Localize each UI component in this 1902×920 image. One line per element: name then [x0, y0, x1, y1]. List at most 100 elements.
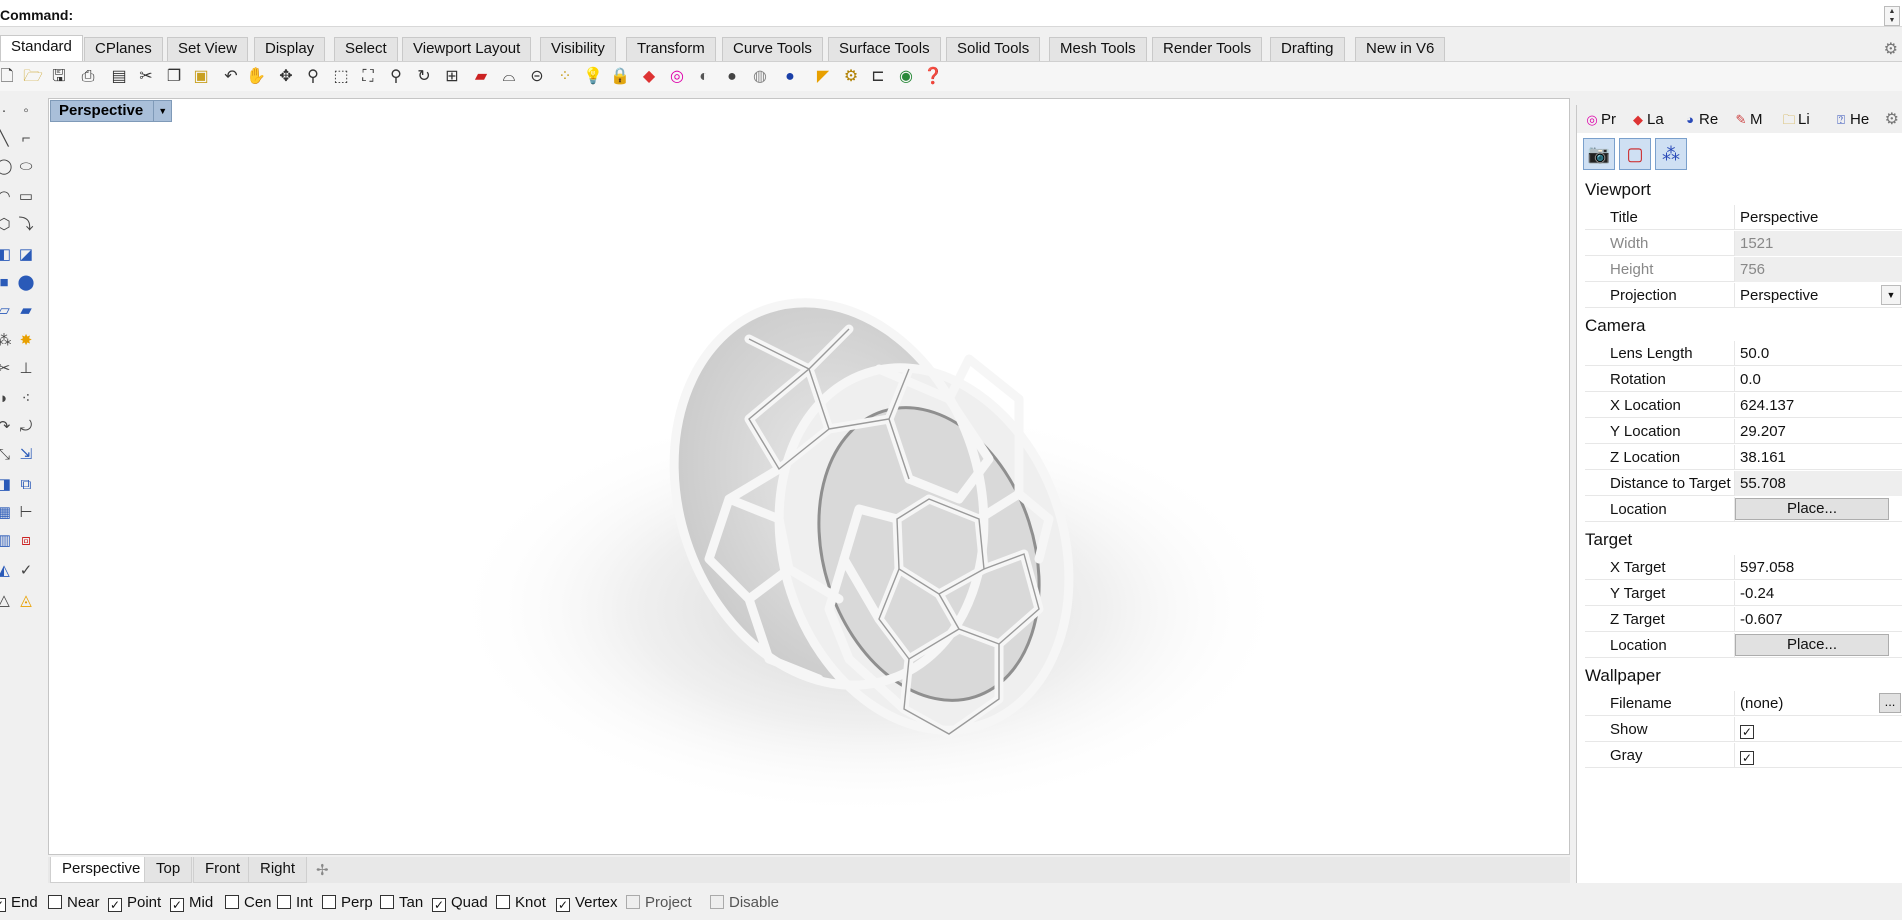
tab-cplanes[interactable]: CPlanes — [84, 37, 163, 61]
checkbox-disable[interactable] — [710, 895, 724, 909]
copy-tool-icon[interactable]: ⇲ — [14, 444, 38, 466]
array-tool-icon[interactable]: ⁖ — [14, 388, 38, 410]
globe-icon[interactable]: ◉ — [895, 66, 917, 88]
polyline-tool-icon[interactable]: ⌐ — [14, 128, 38, 150]
extrude-tool-icon[interactable]: ◪ — [14, 244, 38, 266]
rotation-field[interactable]: 0.0 — [1735, 367, 1902, 392]
checkbox-int[interactable] — [277, 895, 291, 909]
zoom-selected-icon[interactable]: ⚲ — [385, 66, 407, 88]
open-icon[interactable]: 🗁 — [22, 66, 44, 88]
show-checkbox[interactable]: ✓ — [1740, 725, 1754, 739]
tab-drafting[interactable]: Drafting — [1270, 37, 1345, 61]
curve-tool-icon[interactable]: ⤵ — [14, 214, 38, 236]
osnap-cen[interactable]: Cen — [225, 893, 272, 913]
tab-new-in-v6[interactable]: New in V6 — [1355, 37, 1446, 61]
command-history-spinner[interactable]: ▲ ▼ — [1884, 6, 1900, 26]
checkbox-quad[interactable]: ✓ — [432, 898, 446, 912]
tab-set-view[interactable]: Set View — [167, 37, 248, 61]
osnap-disable[interactable]: Disable — [710, 893, 779, 913]
print-icon[interactable]: ⎙ — [77, 66, 99, 88]
panel-tab-properties[interactable]: ◎ Pr — [1583, 108, 1616, 132]
panel-tab-help[interactable]: ⍰ He — [1832, 108, 1869, 132]
tab-visibility[interactable]: Visibility — [540, 37, 616, 61]
command-line[interactable]: Command: ▲ ▼ — [0, 5, 1902, 27]
pan-icon[interactable]: ✋ — [245, 66, 267, 88]
z-target-field[interactable]: -0.607 — [1735, 607, 1902, 632]
camera-place-button[interactable]: Place... — [1735, 498, 1889, 520]
viewport-tab-top[interactable]: Top — [144, 857, 193, 883]
zoom-window-icon[interactable]: ⬚ — [330, 66, 352, 88]
cut-icon[interactable]: ✂ — [135, 66, 157, 88]
four-viewports-icon[interactable]: ⊞ — [441, 66, 463, 88]
checkbox-near[interactable] — [48, 895, 62, 909]
tab-mesh-tools[interactable]: Mesh Tools — [1049, 37, 1147, 61]
help-icon[interactable]: ❓ — [922, 66, 944, 88]
lens-length-field[interactable]: 50.0 — [1735, 341, 1902, 366]
checkbox-end[interactable]: ✓ — [0, 898, 6, 912]
projection-select[interactable]: Perspective ▼ — [1735, 283, 1902, 308]
distance-to-target-field[interactable]: 55.708 — [1735, 471, 1902, 496]
shaded-sphere-icon[interactable]: ◐ — [693, 66, 715, 88]
gear-icon[interactable]: ⚙ — [1884, 39, 1898, 59]
tab-standard[interactable]: Standard — [0, 35, 83, 61]
osnap-quad[interactable]: ✓ Quad — [432, 893, 488, 913]
tab-curve-tools[interactable]: Curve Tools — [722, 37, 823, 61]
osnap-vertex[interactable]: ✓ Vertex — [556, 893, 618, 913]
rendered-sphere-icon[interactable]: ● — [721, 66, 743, 88]
mesh-tool-icon[interactable]: ▰ — [14, 300, 38, 322]
zoom-extents-icon[interactable]: ⛶ — [357, 66, 379, 88]
osnap-project[interactable]: Project — [626, 893, 692, 913]
osnap-mid[interactable]: ✓ Mid — [170, 893, 213, 913]
lock-icon[interactable]: 🔒 — [609, 66, 631, 88]
zoom-icon[interactable]: ⚲ — [302, 66, 324, 88]
osnap-perp[interactable]: Perp — [322, 893, 373, 913]
camera-icon[interactable]: 📷 — [1583, 138, 1615, 170]
points-icon[interactable]: ⁘ — [554, 66, 576, 88]
checkbox-perp[interactable] — [322, 895, 336, 909]
dimension-tool-icon[interactable]: ⊢ — [14, 502, 38, 524]
perspective-viewport[interactable]: Perspective ▼ — [48, 98, 1570, 855]
viewport-tab-perspective[interactable]: Perspective — [50, 857, 153, 883]
gray-checkbox[interactable]: ✓ — [1740, 751, 1754, 765]
ellipse-tool-icon[interactable]: ⬭ — [14, 156, 38, 178]
osnap-tan[interactable]: Tan — [380, 893, 423, 913]
osnap-knot[interactable]: Knot — [496, 893, 546, 913]
z-location-field[interactable]: 38.161 — [1735, 445, 1902, 470]
paste-icon[interactable]: ▣ — [190, 66, 212, 88]
new-icon[interactable]: 🗋 — [0, 66, 18, 88]
y-location-field[interactable]: 29.207 — [1735, 419, 1902, 444]
dimension-icon[interactable]: ⊏ — [867, 66, 889, 88]
filename-field[interactable]: (none)... — [1735, 691, 1902, 716]
tab-transform[interactable]: Transform — [626, 37, 716, 61]
light-icon[interactable]: 💡 — [582, 66, 604, 88]
panel-tab-render[interactable]: ◕ Re — [1681, 108, 1718, 132]
browse-button[interactable]: ... — [1879, 693, 1901, 713]
target-place-button[interactable]: Place... — [1735, 634, 1889, 656]
layer-icon[interactable]: ◆ — [638, 66, 660, 88]
options-gear-icon[interactable]: ⚙ — [840, 66, 862, 88]
import-icon[interactable]: ▤ — [108, 66, 130, 88]
panel-tab-libraries[interactable]: 🗀 Li — [1780, 108, 1809, 132]
chevron-down-icon[interactable]: ▼ — [1881, 285, 1901, 305]
analyze-icon[interactable]: ◤ — [812, 66, 834, 88]
copy-icon[interactable]: ❐ — [163, 66, 185, 88]
viewport-tab-front[interactable]: Front — [193, 857, 253, 883]
y-target-field[interactable]: -0.24 — [1735, 581, 1902, 606]
x-target-field[interactable]: 597.058 — [1735, 555, 1902, 580]
tab-render-tools[interactable]: Render Tools — [1152, 37, 1263, 61]
osnap-int[interactable]: Int — [277, 893, 313, 913]
checkbox-point[interactable]: ✓ — [108, 898, 122, 912]
check-tool-icon[interactable]: ✓ — [14, 560, 38, 582]
checkbox-tan[interactable] — [380, 895, 394, 909]
checkbox-cen[interactable] — [225, 895, 239, 909]
osnap-point[interactable]: ✓ Point — [108, 893, 161, 913]
sweep-icon[interactable]: ⌓ — [498, 66, 520, 88]
point-tool-icon[interactable]: ◦ — [14, 100, 38, 122]
save-icon[interactable]: 🖫 — [48, 66, 70, 88]
tab-display[interactable]: Display — [254, 37, 326, 61]
orient-tool-icon[interactable]: ⧉ — [14, 474, 38, 496]
checkbox-project[interactable] — [626, 895, 640, 909]
osnap-end[interactable]: ✓End — [0, 893, 38, 913]
blue-sphere-icon[interactable]: ● — [779, 66, 801, 88]
checkbox-mid[interactable]: ✓ — [170, 898, 184, 912]
